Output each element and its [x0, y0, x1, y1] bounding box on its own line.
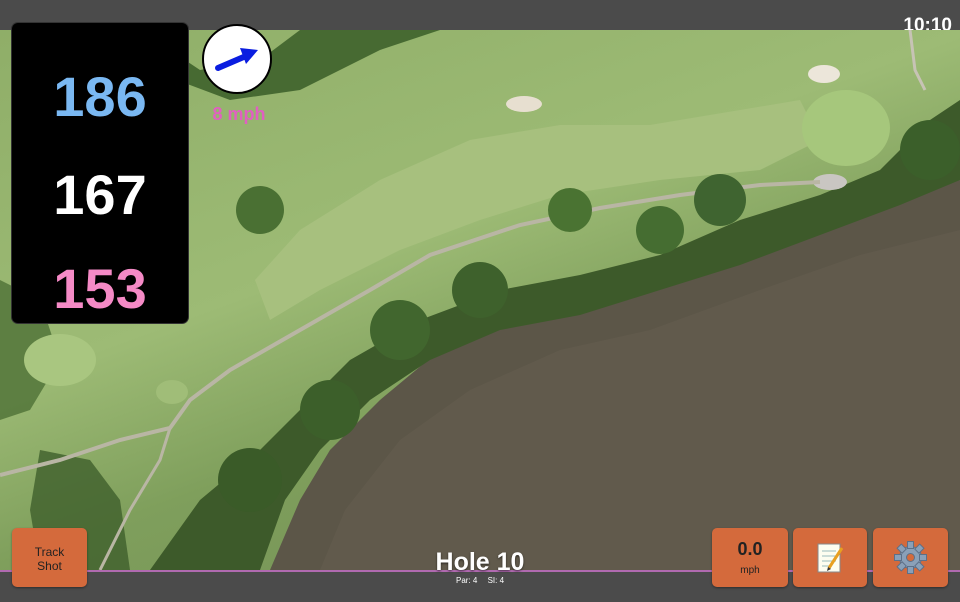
- notepad-icon: [817, 543, 844, 573]
- front-distance: 153: [53, 257, 147, 320]
- hole-title: Hole 10: [435, 548, 525, 576]
- gear-icon: [894, 541, 927, 574]
- wind-indicator: [202, 24, 272, 94]
- hole-info: Hole 10 Par: 4 SI: 4: [400, 548, 560, 586]
- back-distance: 186: [53, 65, 147, 128]
- track-shot-label: Track Shot: [34, 545, 65, 573]
- notes-button[interactable]: [793, 528, 867, 587]
- track-shot-button[interactable]: Track Shot: [12, 528, 87, 587]
- wind-arrow-icon: [215, 48, 258, 71]
- hole-meta: Par: 4 SI: 4: [400, 576, 560, 586]
- speed-button[interactable]: 0.0 mph: [712, 528, 788, 587]
- speed-value: 0.0: [737, 539, 763, 559]
- settings-button[interactable]: [873, 528, 948, 587]
- hole-par: Par: 4: [455, 576, 478, 585]
- middle-distance: 167: [53, 163, 147, 226]
- hole-stroke-index: SI: 4: [487, 576, 505, 585]
- distance-panel: 186 167 153: [12, 23, 188, 323]
- wind-speed: 8 mph: [212, 104, 266, 124]
- speed-unit: mph: [740, 565, 760, 576]
